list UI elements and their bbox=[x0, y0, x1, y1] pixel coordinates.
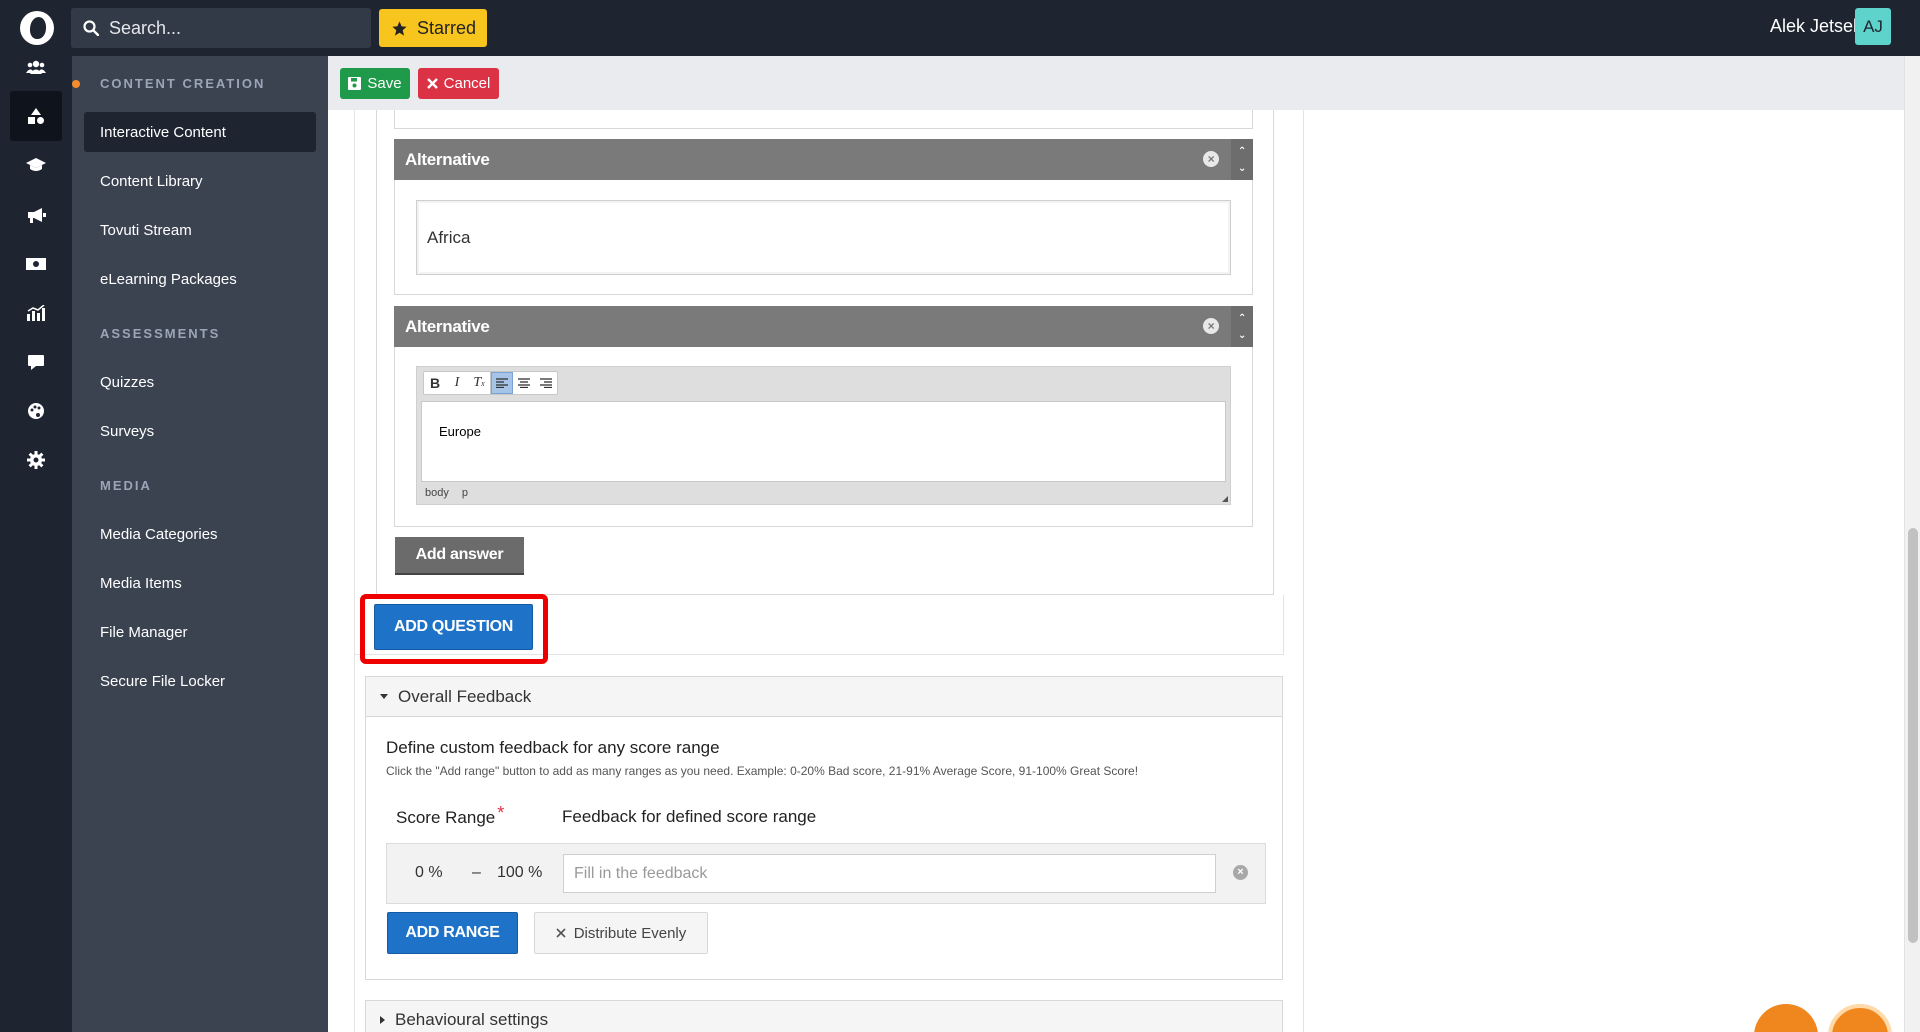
clear-format-icon[interactable]: Tx bbox=[468, 372, 490, 394]
nav-item-content-library[interactable]: Content Library bbox=[84, 161, 316, 201]
chevron-up-icon[interactable]: ⌃ bbox=[1238, 143, 1246, 160]
action-bar: Save Cancel bbox=[328, 56, 1904, 110]
nav-item-elearning-packages[interactable]: eLearning Packages bbox=[84, 259, 316, 299]
overall-feedback-panel: Overall Feedback Define custom feedback … bbox=[365, 676, 1283, 980]
search-box[interactable]: Search... bbox=[71, 8, 371, 48]
rte-toolbar: B I Tx bbox=[423, 371, 558, 395]
brand-logo[interactable] bbox=[20, 11, 54, 45]
chevron-down-icon[interactable]: ⌄ bbox=[1238, 160, 1246, 177]
nav-item-secure-file-locker[interactable]: Secure File Locker bbox=[84, 661, 316, 701]
alternative-title: Alternative bbox=[405, 149, 490, 169]
search-placeholder: Search... bbox=[109, 17, 182, 38]
caret-down-icon bbox=[380, 694, 388, 699]
avatar[interactable]: AJ bbox=[1855, 8, 1891, 45]
icon-rail bbox=[0, 56, 72, 1032]
cancel-button[interactable]: Cancel bbox=[418, 68, 499, 99]
save-label: Save bbox=[367, 75, 402, 92]
status-path-p[interactable]: p bbox=[462, 487, 468, 499]
content-shapes-icon[interactable] bbox=[10, 91, 62, 141]
add-answer-button[interactable]: Add answer bbox=[395, 537, 524, 573]
close-icon bbox=[426, 78, 438, 89]
behavioural-settings-title: Behavioural settings bbox=[395, 1010, 549, 1029]
chevron-up-icon[interactable]: ⌃ bbox=[1238, 310, 1246, 327]
close-icon bbox=[556, 928, 566, 938]
nav-item-tovuti-stream[interactable]: Tovuti Stream bbox=[84, 210, 316, 250]
cancel-label: Cancel bbox=[443, 75, 491, 92]
starred-button[interactable]: Starred bbox=[379, 9, 487, 47]
rte-status-path: body p bbox=[425, 487, 478, 499]
remove-alternative-icon[interactable]: × bbox=[1203, 151, 1219, 167]
caret-right-icon bbox=[380, 1016, 385, 1024]
range-separator: – bbox=[472, 864, 481, 881]
graduation-cap-icon[interactable] bbox=[10, 140, 62, 190]
money-icon[interactable] bbox=[10, 239, 62, 289]
feedback-range-label: Feedback for defined score range bbox=[562, 807, 817, 826]
bold-icon[interactable]: B bbox=[424, 372, 446, 394]
alternative-title: Alternative bbox=[405, 316, 490, 336]
save-button[interactable]: Save bbox=[340, 68, 410, 99]
behavioural-settings-toggle[interactable]: Behavioural settings bbox=[365, 1000, 1283, 1032]
remove-alternative-icon[interactable]: × bbox=[1203, 318, 1219, 334]
range-max-value[interactable]: 100 % bbox=[497, 864, 542, 882]
overall-feedback-toggle[interactable]: Overall Feedback bbox=[366, 677, 1282, 717]
star-icon bbox=[392, 20, 407, 36]
align-right-icon[interactable] bbox=[535, 372, 557, 394]
chat-bubble-icon[interactable] bbox=[1754, 1004, 1818, 1032]
chevron-down-icon[interactable]: ⌄ bbox=[1238, 327, 1246, 344]
distribute-evenly-button[interactable]: Distribute Evenly bbox=[534, 912, 708, 954]
distribute-evenly-label: Distribute Evenly bbox=[573, 924, 687, 942]
nav-section-media: MEDIA bbox=[100, 478, 152, 493]
feedback-input[interactable]: Fill in the feedback bbox=[563, 854, 1216, 893]
nav-item-interactive-content[interactable]: Interactive Content bbox=[84, 112, 316, 152]
starred-label: Starred bbox=[417, 17, 477, 38]
feedback-description: Click the "Add range" button to add as m… bbox=[386, 764, 1139, 778]
nav-item-media-items[interactable]: Media Items bbox=[84, 563, 316, 603]
help-icon[interactable] bbox=[1828, 1004, 1892, 1032]
page-scrollbar[interactable] bbox=[1904, 56, 1920, 1032]
users-icon[interactable] bbox=[10, 42, 62, 92]
scrollbar-thumb[interactable] bbox=[1908, 528, 1918, 943]
range-min-value[interactable]: 0 % bbox=[415, 864, 443, 882]
resize-grip-icon[interactable] bbox=[1222, 496, 1228, 502]
alternative-header: Alternative × ⌃ ⌄ bbox=[394, 139, 1253, 180]
floppy-icon bbox=[348, 77, 362, 90]
gear-icon[interactable] bbox=[10, 435, 62, 485]
megaphone-icon[interactable] bbox=[10, 190, 62, 240]
overall-feedback-title: Overall Feedback bbox=[398, 686, 532, 706]
analytics-icon[interactable] bbox=[10, 288, 62, 338]
remove-range-icon[interactable]: × bbox=[1233, 865, 1248, 880]
nav-item-media-categories[interactable]: Media Categories bbox=[84, 514, 316, 554]
add-range-button[interactable]: ADD RANGE bbox=[387, 912, 518, 954]
alternative-text-input[interactable]: Africa bbox=[416, 200, 1231, 275]
reorder-control[interactable]: ⌃ ⌄ bbox=[1231, 306, 1253, 347]
reorder-control[interactable]: ⌃ ⌄ bbox=[1231, 139, 1253, 180]
required-asterisk-icon: * bbox=[497, 803, 505, 823]
nav-section-assessments: ASSESSMENTS bbox=[100, 326, 221, 341]
feedback-heading: Define custom feedback for any score ran… bbox=[386, 738, 720, 757]
section-dot-icon bbox=[72, 80, 80, 88]
nav-item-surveys[interactable]: Surveys bbox=[84, 411, 316, 451]
user-name[interactable]: Alek Jetsel bbox=[1752, 16, 1857, 37]
palette-icon[interactable] bbox=[10, 386, 62, 436]
italic-icon[interactable]: I bbox=[446, 372, 468, 394]
alternative-header: Alternative × ⌃ ⌄ bbox=[394, 306, 1253, 347]
highlight-frame bbox=[360, 594, 548, 664]
nav-section-content-creation: CONTENT CREATION bbox=[72, 76, 265, 91]
score-range-label: Score Range * bbox=[396, 803, 505, 827]
chat-icon[interactable] bbox=[10, 337, 62, 387]
score-range-row: 0 % – 100 % Fill in the feedback × bbox=[386, 843, 1266, 904]
nav-panel: CONTENT CREATION Interactive Content Con… bbox=[72, 56, 328, 1032]
nav-item-quizzes[interactable]: Quizzes bbox=[84, 362, 316, 402]
align-left-icon[interactable] bbox=[491, 372, 513, 394]
status-path-body[interactable]: body bbox=[425, 487, 449, 499]
align-center-icon[interactable] bbox=[513, 372, 535, 394]
previous-alternative-body bbox=[394, 110, 1253, 129]
rte-content-area[interactable]: Europe bbox=[421, 401, 1226, 482]
top-bar: Search... Starred Alek Jetsel AJ bbox=[0, 0, 1920, 56]
nav-item-file-manager[interactable]: File Manager bbox=[84, 612, 316, 652]
rich-text-editor: B I Tx Europe body p bbox=[416, 366, 1231, 505]
search-icon bbox=[83, 20, 99, 36]
